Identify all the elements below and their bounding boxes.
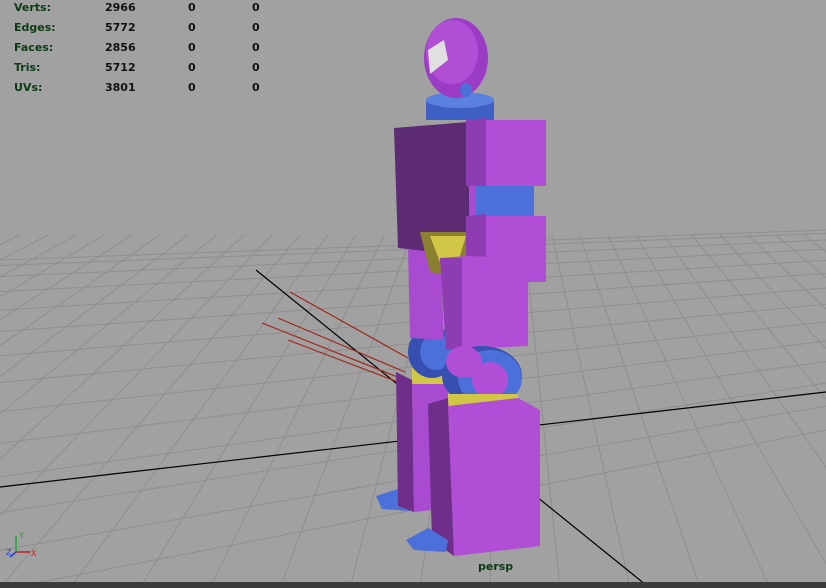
stat-value-total: 2966 xyxy=(105,1,136,14)
grid-line xyxy=(607,234,771,588)
axis-y-label: Y xyxy=(18,531,24,540)
axis-x-label: X xyxy=(31,549,37,558)
stat-value-third: 0 xyxy=(252,1,260,14)
stat-value-total: 5772 xyxy=(105,21,136,34)
stat-value-selected: 0 xyxy=(188,41,196,54)
stat-value-selected: 0 xyxy=(188,81,196,94)
grid-line xyxy=(635,234,826,565)
arm-upper-side xyxy=(466,118,486,186)
axis-gizmo: Y Z X xyxy=(4,530,38,560)
stat-value-third: 0 xyxy=(252,41,260,54)
grid-line xyxy=(691,234,826,401)
grid-line xyxy=(775,234,826,279)
stat-value-total: 2856 xyxy=(105,41,136,54)
stat-label: UVs: xyxy=(14,81,43,94)
grid-line xyxy=(719,234,826,350)
axis-z-label: Z xyxy=(6,548,12,557)
front-leg[interactable] xyxy=(448,398,540,556)
stat-value-third: 0 xyxy=(252,21,260,34)
grid-line xyxy=(209,234,385,588)
elbow xyxy=(476,186,534,218)
grid-line xyxy=(139,234,357,588)
viewport-bottom-border xyxy=(0,582,826,588)
stat-value-third: 0 xyxy=(252,81,260,94)
stat-label: Edges: xyxy=(14,21,56,34)
back-leg-side xyxy=(396,372,414,512)
front-knee-inner xyxy=(446,346,482,378)
stat-value-selected: 0 xyxy=(188,1,196,14)
stat-label: Faces: xyxy=(14,41,54,54)
stat-label: Tris: xyxy=(14,61,41,74)
grid-line xyxy=(279,234,413,588)
grid-line xyxy=(663,234,826,469)
stat-label: Verts: xyxy=(14,1,52,14)
grid-line xyxy=(0,234,273,517)
robot-model[interactable] xyxy=(376,18,546,556)
viewport-persp[interactable]: Verts: 2966 0 0 Edges: 5772 0 0 Faces: 2856 0 0 Tris… xyxy=(0,0,826,588)
head-bolt xyxy=(460,83,472,97)
stat-value-selected: 0 xyxy=(188,21,196,34)
grid-line xyxy=(579,234,701,588)
stat-value-total: 3801 xyxy=(105,81,136,94)
camera-label: persp xyxy=(478,560,514,573)
stat-value-total: 5712 xyxy=(105,61,136,74)
stat-value-selected: 0 xyxy=(188,61,196,74)
stat-value-third: 0 xyxy=(252,61,260,74)
grid-line xyxy=(69,234,329,588)
